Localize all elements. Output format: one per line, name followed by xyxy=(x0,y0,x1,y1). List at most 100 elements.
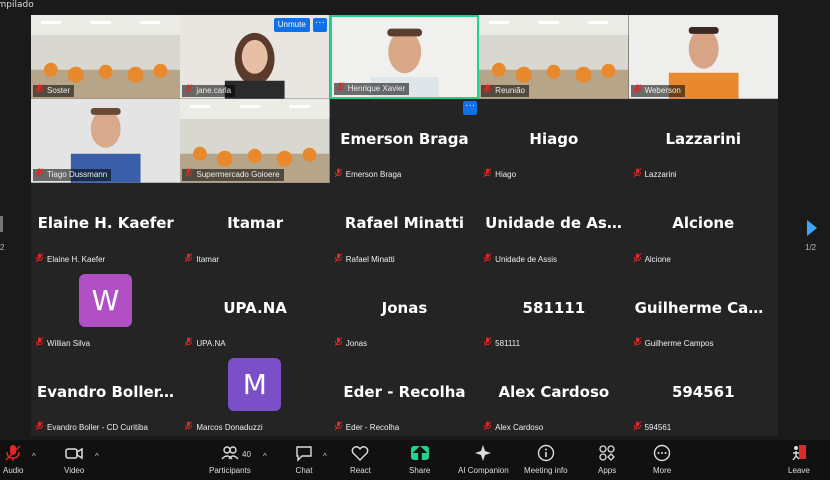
meeting-info-button[interactable]: Meeting info xyxy=(524,444,568,475)
apps-label: Apps xyxy=(598,466,617,475)
participant-name: Alcione xyxy=(644,254,671,264)
participant-display-name: Hiago xyxy=(529,130,579,149)
mic-muted-icon xyxy=(184,421,193,435)
name-tile[interactable]: Emerson Braga Emerson Braga ··· xyxy=(329,99,480,184)
ai-companion-button[interactable]: AI Companion xyxy=(458,444,509,475)
participants-count: 40 xyxy=(242,450,251,459)
mic-muted-icon xyxy=(633,168,642,182)
mic-muted-icon xyxy=(633,252,642,267)
name-tile[interactable]: Alex Cardoso Alex Cardoso xyxy=(479,351,629,436)
leave-button[interactable]: Leave xyxy=(788,444,810,475)
apps-button[interactable]: Apps xyxy=(598,444,616,475)
participant-name-label: Reunião xyxy=(481,84,529,98)
participant-name-label: 581111 xyxy=(481,336,524,350)
heart-icon xyxy=(352,446,369,461)
name-tile[interactable]: Guilherme Cam... Guilherme Campos xyxy=(628,267,778,352)
video-tile[interactable]: Tiago Dussmann xyxy=(31,99,181,184)
name-tile[interactable]: Rafael Minatti Rafael Minatti xyxy=(329,183,480,268)
participant-name: Tiago Dussmann xyxy=(47,170,108,180)
name-tile[interactable]: Alcione Alcione xyxy=(628,183,778,268)
ai-companion-label: AI Companion xyxy=(458,466,509,475)
camera-icon xyxy=(65,447,83,460)
name-tile[interactable]: Unidade de Assis Unidade de Assis xyxy=(479,183,629,268)
react-button[interactable]: React xyxy=(350,444,371,475)
participant-name: Hiago xyxy=(495,170,517,180)
mic-muted-icon xyxy=(5,445,21,461)
participant-name: Weberson xyxy=(644,86,681,96)
video-tile[interactable]: Henrique Xavier xyxy=(329,15,480,100)
participants-options-caret-icon[interactable]: ^ xyxy=(263,452,267,461)
name-tile[interactable]: W Willian Silva xyxy=(31,267,181,352)
unmute-button[interactable]: Unmute xyxy=(273,18,310,32)
participant-name-label: Eder - Recolha xyxy=(332,421,403,434)
name-tile[interactable]: Lazzarini Lazzarini xyxy=(628,99,778,184)
participants-button[interactable]: Participants xyxy=(209,444,251,475)
name-tile[interactable]: Hiago Hiago xyxy=(479,99,629,184)
participant-name: Emerson Braga xyxy=(345,170,402,180)
name-tile[interactable]: M Marcos Donaduzzi xyxy=(180,351,330,436)
chat-icon xyxy=(296,446,312,462)
participant-name: Soster xyxy=(47,86,71,96)
share-button[interactable]: Share xyxy=(409,444,430,475)
name-tile[interactable]: 594561 594561 xyxy=(628,351,778,436)
name-tile[interactable]: 581111 581111 xyxy=(479,267,629,352)
participant-display-name: UPA.NA xyxy=(223,298,287,317)
video-tile[interactable]: Weberson xyxy=(628,15,778,100)
previous-page-label: 2 xyxy=(0,243,5,252)
participant-name-label: jane.carla xyxy=(182,84,236,98)
mic-muted-icon xyxy=(184,252,193,267)
participant-display-name: Emerson Braga xyxy=(340,130,469,149)
participant-name-label: Henrique Xavier xyxy=(333,82,410,96)
sparkle-icon xyxy=(475,445,492,461)
name-tile[interactable]: Jonas Jonas xyxy=(329,267,480,352)
participant-name: Alex Cardoso xyxy=(495,422,544,432)
avatar: M xyxy=(228,357,282,411)
video-tile[interactable]: Supermercado Goioere xyxy=(180,99,330,184)
meeting-info-label: Meeting info xyxy=(524,466,568,475)
more-button[interactable]: More xyxy=(653,444,671,475)
name-tile[interactable]: Eder - Recolha Eder - Recolha xyxy=(329,351,480,436)
participant-display-name: Alcione xyxy=(672,214,735,233)
info-icon xyxy=(537,444,554,462)
more-label: More xyxy=(653,466,672,475)
leave-door-icon xyxy=(792,445,806,461)
next-page-icon[interactable] xyxy=(806,220,818,241)
meeting-toolbar: Audio ^ Video ^ Participants 40 ^ Chat ^… xyxy=(0,440,830,480)
participant-display-name: 594561 xyxy=(671,382,735,401)
avatar: W xyxy=(79,273,132,327)
audio-options-caret-icon[interactable]: ^ xyxy=(32,452,36,461)
video-button[interactable]: Video xyxy=(64,444,84,475)
participants-icon xyxy=(221,446,239,460)
participant-display-name: Elaine H. Kaefer xyxy=(37,214,174,233)
video-tile[interactable]: Reunião xyxy=(479,15,629,100)
chat-button[interactable]: Chat xyxy=(295,444,313,475)
name-tile[interactable]: Elaine H. Kaefer Elaine H. Kaefer xyxy=(31,183,181,268)
more-icon xyxy=(653,444,671,462)
mic-muted-icon xyxy=(35,421,44,435)
participant-name-label: 594561 xyxy=(631,421,676,435)
participant-name: jane.carla xyxy=(196,86,232,96)
mic-muted-icon xyxy=(184,336,193,351)
video-tile[interactable]: jane.carla Unmute ··· xyxy=(180,15,330,100)
mic-muted-icon xyxy=(184,168,193,182)
mic-muted-icon xyxy=(35,252,44,267)
participants-label: Participants xyxy=(209,466,251,475)
video-tile[interactable]: Soster xyxy=(31,15,181,100)
name-tile[interactable]: Evandro Boller... Evandro Boller - CD Cur… xyxy=(31,351,181,436)
mic-muted-icon xyxy=(483,421,492,435)
apps-icon xyxy=(599,445,616,461)
video-options-caret-icon[interactable]: ^ xyxy=(95,452,99,461)
name-tile[interactable]: UPA.NA UPA.NA xyxy=(180,267,330,352)
tile-more-options-icon[interactable]: ··· xyxy=(463,101,478,116)
audio-button[interactable]: Audio xyxy=(3,444,23,475)
name-tile[interactable]: Itamar Itamar xyxy=(180,183,330,268)
participant-display-name: Guilherme Cam... xyxy=(634,298,778,317)
participant-name-label: UPA.NA xyxy=(182,336,229,351)
chat-options-caret-icon[interactable]: ^ xyxy=(323,452,327,461)
participant-display-name: Alex Cardoso xyxy=(498,382,610,401)
previous-page-icon[interactable] xyxy=(0,216,4,237)
react-label: React xyxy=(350,466,371,475)
mic-muted-icon xyxy=(633,421,642,435)
tile-more-options-icon[interactable]: ··· xyxy=(312,18,327,32)
mic-muted-icon xyxy=(483,84,492,98)
